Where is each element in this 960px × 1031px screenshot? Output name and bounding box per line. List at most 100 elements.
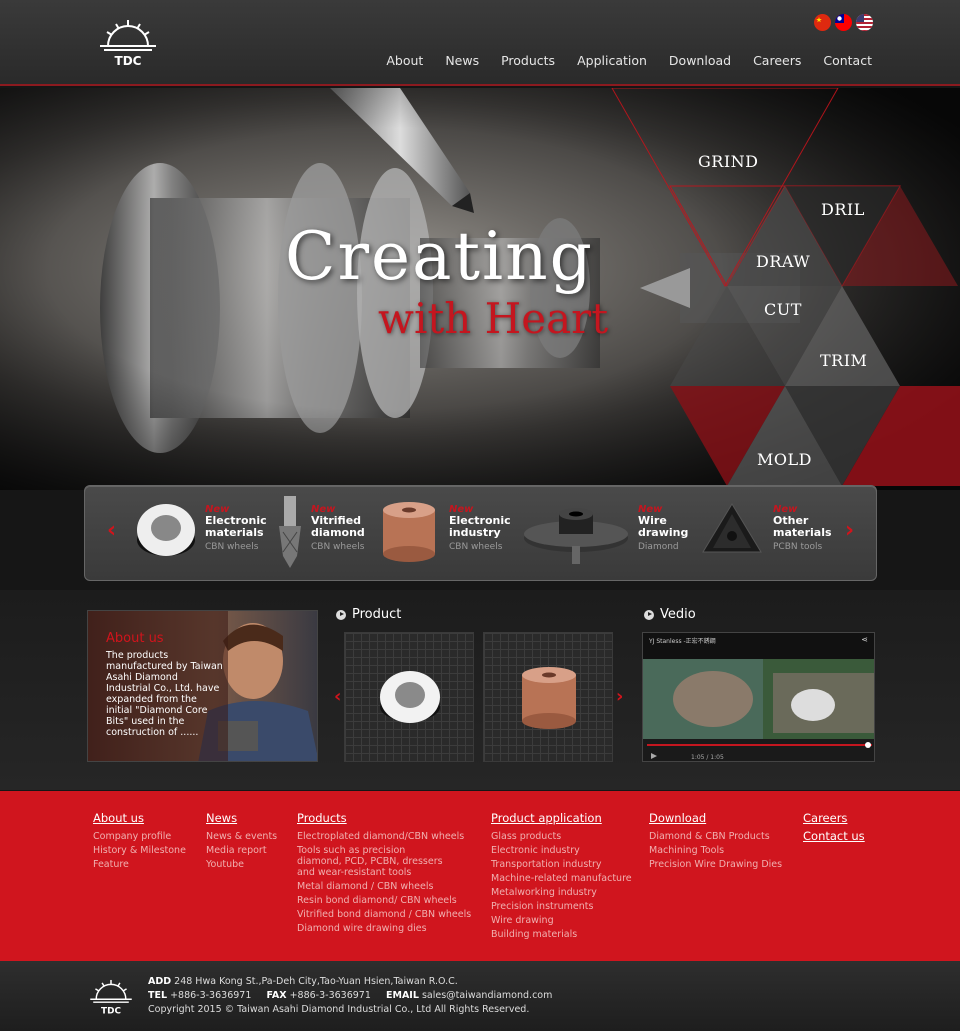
footer-link[interactable]: Vitrified bond diamond / CBN wheels <box>297 909 471 920</box>
fax-label: FAX <box>266 990 287 1001</box>
email-label: EMAIL <box>386 990 419 1001</box>
contact-info: ADD 248 Hwa Kong St.,Pa-Deh City,Tao-Yua… <box>148 975 552 1017</box>
footer-link[interactable]: Machine-related manufacture <box>491 873 632 884</box>
footer-link[interactable]: Building materials <box>491 929 632 940</box>
footer-heading-application[interactable]: Product application <box>491 811 632 825</box>
process-draw[interactable]: DRAW <box>756 252 810 271</box>
slide-title-2: diamond <box>311 526 365 539</box>
process-mold[interactable]: MOLD <box>757 450 812 469</box>
flag-taiwan-icon[interactable] <box>835 14 852 31</box>
slide-sub: CBN wheels <box>311 542 365 552</box>
footer-link[interactable]: News & events <box>206 831 277 842</box>
vitrified-tool-image <box>279 496 301 568</box>
pcbn-insert-image <box>702 503 762 553</box>
nav-careers[interactable]: Careers <box>753 53 801 68</box>
nav-products[interactable]: Products <box>501 53 555 68</box>
middle-section: About us The products manufactured by Ta… <box>0 590 960 790</box>
slider-next-button[interactable]: › <box>845 518 854 543</box>
slide-sub: Diamond <box>638 542 679 552</box>
footer-heading-contact[interactable]: Contact us <box>803 829 865 843</box>
footer-heading-download[interactable]: Download <box>649 811 782 825</box>
slider-item[interactable]: New Wire drawing Diamond <box>523 496 703 572</box>
footer-col-contact: Careers Contact us <box>803 811 865 849</box>
tel-value: +886-3-3636971 <box>170 990 252 1001</box>
footer-link[interactable]: Electronic industry <box>491 845 632 856</box>
footer-link[interactable]: Transportation industry <box>491 859 632 870</box>
footer-col-application: Product application Glass products Elect… <box>491 811 632 943</box>
nav-news[interactable]: News <box>445 53 479 68</box>
slide-title-2: drawing <box>638 526 689 539</box>
copper-wheel-image <box>383 502 435 562</box>
site-footer: TDC ADD 248 Hwa Kong St.,Pa-Deh City,Tao… <box>0 961 960 1031</box>
address-value: 248 Hwa Kong St.,Pa-Deh City,Tao-Yuan Hs… <box>174 976 458 987</box>
footer-heading-careers[interactable]: Careers <box>803 811 865 825</box>
footer-link[interactable]: Tools such as precision <box>297 845 471 856</box>
nav-application[interactable]: Application <box>577 53 647 68</box>
slider-item[interactable]: New Other materials PCBN tools <box>701 496 841 572</box>
slide-title-2: materials <box>205 526 264 539</box>
footer-link[interactable]: Precision instruments <box>491 901 632 912</box>
product-card[interactable] <box>344 632 474 762</box>
process-grind[interactable]: GRIND <box>698 152 758 171</box>
slider-item[interactable]: New Electronic industry CBN wheels <box>379 496 519 572</box>
footer-link[interactable]: Metalworking industry <box>491 887 632 898</box>
slider-prev-button[interactable]: ‹ <box>107 518 116 543</box>
footer-link[interactable]: Electroplated diamond/CBN wheels <box>297 831 471 842</box>
hero-subtitle: with Heart <box>378 294 609 343</box>
footer-col-products: Products Electroplated diamond/CBN wheel… <box>297 811 471 937</box>
footer-link[interactable]: History & Milestone <box>93 845 186 856</box>
wire-drawing-die-image <box>524 508 628 564</box>
footer-link[interactable]: Feature <box>93 859 186 870</box>
footer-link[interactable]: Youtube <box>206 859 277 870</box>
slider-item[interactable]: New Electronic materials CBN wheels <box>135 496 267 572</box>
product-card[interactable] <box>483 632 613 762</box>
footer-link[interactable]: Company profile <box>93 831 186 842</box>
slide-sub: CBN wheels <box>449 542 503 552</box>
footer-link[interactable]: Glass products <box>491 831 632 842</box>
cbn-wheel-image <box>137 504 195 556</box>
footer-link[interactable]: Precision Wire Drawing Dies <box>649 859 782 870</box>
footer-heading-products[interactable]: Products <box>297 811 471 825</box>
flag-china-icon[interactable] <box>814 14 831 31</box>
process-trim[interactable]: TRIM <box>820 351 867 370</box>
product-section-title: Product <box>352 607 402 622</box>
footer-link[interactable]: Metal diamond / CBN wheels <box>297 881 471 892</box>
footer-link[interactable]: Diamond wire drawing dies <box>297 923 471 934</box>
footer-link[interactable]: Wire drawing <box>491 915 632 926</box>
flag-usa-icon[interactable] <box>856 14 873 31</box>
address-line: ADD 248 Hwa Kong St.,Pa-Deh City,Tao-Yua… <box>148 975 552 989</box>
slide-sub: PCBN tools <box>773 542 823 552</box>
share-icon[interactable]: ⋖ <box>861 635 868 644</box>
copper-wheel-image <box>522 667 576 729</box>
footer-link[interactable]: and wear-resistant tools <box>297 867 471 878</box>
nav-contact[interactable]: Contact <box>823 53 872 68</box>
footer-link[interactable]: Diamond & CBN Products <box>649 831 782 842</box>
slide-sub: CBN wheels <box>205 542 259 552</box>
nav-about[interactable]: About <box>386 53 423 68</box>
nav-download[interactable]: Download <box>669 53 731 68</box>
footer-link[interactable]: Resin bond diamond/ CBN wheels <box>297 895 471 906</box>
footer-col-about: About us Company profile History & Miles… <box>93 811 186 873</box>
about-text: The products manufactured by Taiwan Asah… <box>106 650 223 738</box>
about-title: About us <box>106 631 164 646</box>
footer-nav: About us Company profile History & Miles… <box>0 791 960 961</box>
footer-heading-about[interactable]: About us <box>93 811 186 825</box>
tdc-logo[interactable]: TDC <box>96 16 160 70</box>
phone-line: TEL +886-3-3636971 FAX +886-3-3636971 EM… <box>148 989 552 1003</box>
email-link[interactable]: sales@taiwandiamond.com <box>422 990 552 1001</box>
process-dril[interactable]: DRIL <box>821 200 865 219</box>
footer-logo[interactable]: TDC <box>86 977 136 1017</box>
footer-link[interactable]: diamond, PCD, PCBN, dressers <box>297 856 471 867</box>
site-header: TDC About News Products Application Down… <box>0 0 960 86</box>
about-card[interactable]: About us The products manufactured by Ta… <box>87 610 318 762</box>
product-next-button[interactable]: › <box>616 686 623 707</box>
footer-link[interactable]: Machining Tools <box>649 845 782 856</box>
main-nav: About News Products Application Download… <box>386 53 872 68</box>
process-cut[interactable]: CUT <box>764 300 802 319</box>
footer-link[interactable]: Media report <box>206 845 277 856</box>
slider-item[interactable]: New Vitrified diamond CBN wheels <box>275 496 385 572</box>
video-section-header: Vedio <box>644 607 696 622</box>
product-prev-button[interactable]: ‹ <box>334 686 341 707</box>
footer-heading-news[interactable]: News <box>206 811 277 825</box>
video-player[interactable]: YJ Stanless -正宏不銹鋼 1:05 / 1:05 ⋖ <box>642 632 875 762</box>
